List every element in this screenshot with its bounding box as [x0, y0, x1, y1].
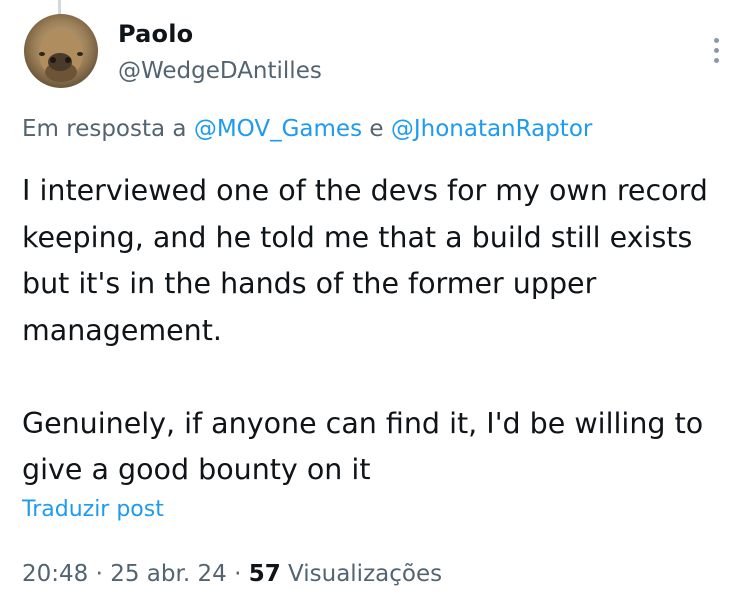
- reply-context: Em resposta a @MOV_Games e @JhonatanRapt…: [22, 116, 592, 142]
- more-dot: [713, 47, 719, 53]
- reply-joiner: e: [369, 116, 384, 142]
- reply-mention-mov-games[interactable]: @MOV_Games: [194, 116, 362, 142]
- more-dot: [713, 57, 719, 63]
- meta-separator: ·: [95, 561, 103, 587]
- views-label: Visualizações: [288, 561, 443, 587]
- author-handle[interactable]: @WedgeDAntilles: [118, 58, 322, 84]
- more-options-icon[interactable]: [700, 30, 732, 70]
- thread-connector-line: [58, 0, 61, 14]
- translate-post-link[interactable]: Traduzir post: [22, 497, 164, 522]
- reply-mention-jhonatan-raptor[interactable]: @JhonatanRaptor: [391, 116, 593, 142]
- post-meta: 20:48 · 25 abr. 24 · 57 Visualizações: [22, 561, 442, 587]
- post-date[interactable]: 25 abr. 24: [110, 561, 227, 587]
- meta-separator: ·: [234, 561, 242, 587]
- author-name[interactable]: Paolo: [118, 20, 193, 48]
- post-time[interactable]: 20:48: [22, 561, 88, 587]
- reply-prefix: Em resposta a: [22, 116, 187, 142]
- views-count: 57: [248, 561, 281, 587]
- avatar[interactable]: [24, 14, 98, 88]
- avatar-photo: [24, 14, 98, 88]
- post-text: I interviewed one of the devs for my own…: [22, 174, 708, 486]
- more-dot: [713, 37, 719, 43]
